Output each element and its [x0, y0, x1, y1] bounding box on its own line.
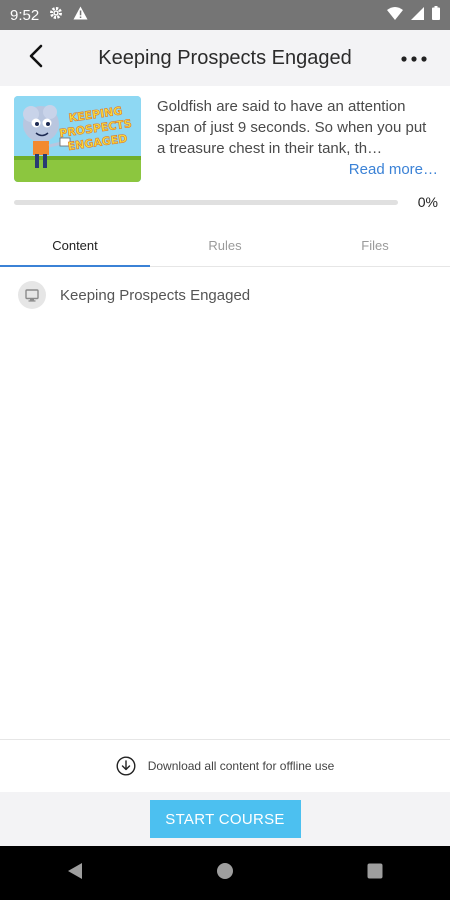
- recents-square-icon: [367, 863, 383, 884]
- download-all-button[interactable]: Download all content for offline use: [0, 739, 450, 792]
- course-description: Goldfish are said to have an attention s…: [157, 96, 438, 186]
- tab-content[interactable]: Content: [0, 224, 150, 267]
- warning-icon: [73, 6, 88, 24]
- progress-percent: 0%: [417, 194, 438, 210]
- course-thumbnail: KEEPING PROSPECTS ENGAGED: [14, 96, 141, 182]
- nav-home-button[interactable]: [195, 846, 255, 900]
- battery-icon: [432, 6, 440, 24]
- more-horizontal-icon: [401, 49, 427, 67]
- tab-files[interactable]: Files: [300, 224, 450, 266]
- start-course-button[interactable]: START COURSE: [149, 800, 301, 838]
- nav-recents-button[interactable]: [345, 846, 405, 900]
- footer: START COURSE: [0, 792, 450, 846]
- wifi-icon: [387, 6, 403, 24]
- status-time: 9:52: [10, 6, 40, 24]
- download-circle-icon: [116, 756, 136, 776]
- tab-bar: Content Rules Files: [0, 224, 450, 267]
- description-text: Goldfish are said to have an attention s…: [157, 98, 427, 157]
- system-nav-bar: [0, 846, 450, 900]
- monitor-icon: [18, 281, 46, 309]
- progress-row: 0%: [14, 192, 438, 212]
- app-bar: Keeping Prospects Engaged: [0, 30, 450, 86]
- status-bar: 9:52: [0, 0, 450, 30]
- back-triangle-icon: [67, 862, 83, 885]
- list-item[interactable]: Keeping Prospects Engaged: [0, 272, 450, 318]
- read-more-link[interactable]: Read more…: [349, 159, 438, 180]
- tab-rules[interactable]: Rules: [150, 224, 300, 266]
- progress-bar: [14, 199, 398, 205]
- list-item-label: Keeping Prospects Engaged: [60, 286, 251, 304]
- more-menu-button[interactable]: [386, 30, 442, 86]
- page-title: Keeping Prospects Engaged: [98, 46, 352, 69]
- back-button[interactable]: [8, 30, 64, 86]
- home-circle-icon: [216, 862, 234, 885]
- nav-back-button[interactable]: [45, 846, 105, 900]
- signal-icon: [411, 6, 424, 24]
- course-summary: KEEPING PROSPECTS ENGAGED Goldfish are s…: [14, 96, 438, 186]
- download-label: Download all content for offline use: [147, 759, 335, 773]
- chevron-left-icon: [28, 44, 44, 73]
- gear-icon: [49, 6, 63, 24]
